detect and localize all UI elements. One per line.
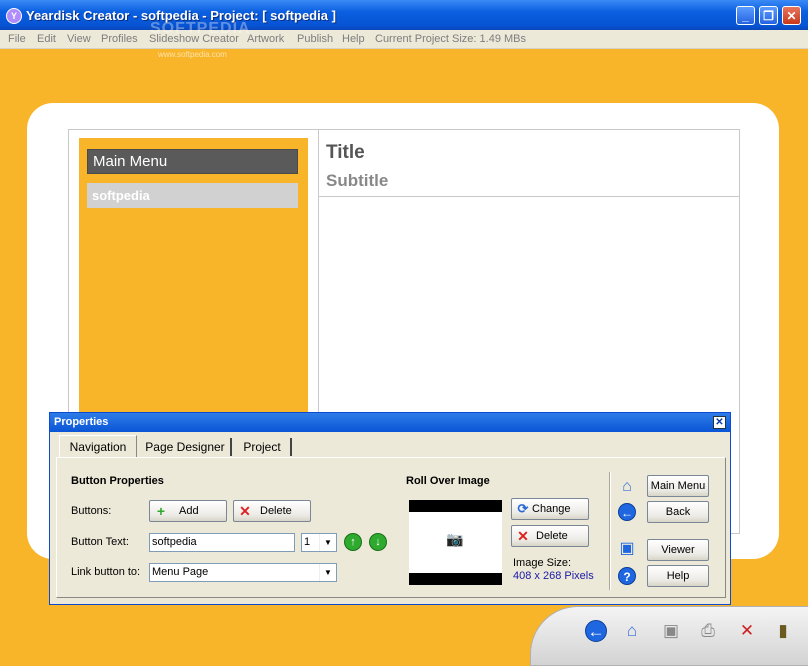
main-menu-button[interactable]: Main Menu [647,475,709,497]
monitor-icon: ▣ [619,540,635,557]
chevron-down-icon: ▼ [319,534,336,551]
menu-publish[interactable]: Publish [297,33,333,45]
delete-button[interactable]: ✕ Delete [233,500,311,522]
monitor-icon[interactable]: ▣ [660,620,682,642]
tab-navigation[interactable]: Navigation [59,435,137,458]
button-text-label: Button Text: [71,536,129,548]
change-image-button[interactable]: ⟳ Change [511,498,589,520]
content-divider [318,130,319,420]
properties-title-bar: Properties ✕ [50,413,730,432]
arrow-up-icon[interactable]: ↑ [344,533,362,551]
properties-title: Properties [54,416,109,428]
button-properties-heading: Button Properties [71,475,164,487]
x-icon: ✕ [239,503,251,519]
menu-artwork[interactable]: Artwork [247,33,284,45]
app-icon: Y [6,8,22,24]
plus-icon: + [156,503,166,519]
add-button[interactable]: + Add [149,500,227,522]
camera-icon: 📷 [446,531,464,547]
delete-image-button[interactable]: ✕ Delete [511,525,589,547]
link-button-label: Link button to: [71,566,141,578]
chevron-down-icon: ▼ [319,564,336,581]
watermark: SOFTPEDIA [150,20,251,37]
viewer-button[interactable]: Viewer [647,539,709,561]
back-button[interactable]: Back [647,501,709,523]
home-icon[interactable]: ⌂ [621,620,643,642]
properties-close-icon[interactable]: ✕ [713,416,726,429]
arrow-down-icon[interactable]: ↓ [369,533,387,551]
close-button[interactable]: ✕ [782,6,801,25]
header-divider [319,196,739,197]
menu-edit[interactable]: Edit [37,33,56,45]
page-title[interactable]: Title [326,142,365,164]
buttons-label: Buttons: [71,505,112,517]
button-text-input[interactable]: softpedia [149,533,295,552]
roll-over-heading: Roll Over Image [406,475,490,487]
back-arrow-icon[interactable]: ← [585,620,607,642]
tab-project[interactable]: Project [234,438,292,456]
page-subtitle[interactable]: Subtitle [326,171,388,191]
menu-help[interactable]: Help [342,33,365,45]
project-size: Current Project Size: 1.49 MBs [375,33,527,45]
menu-view[interactable]: View [67,33,91,45]
menu-bar: File Edit View Profiles Slideshow Creato… [0,30,808,49]
tab-page-designer[interactable]: Page Designer [140,438,232,456]
home-icon: ⌂ [622,478,632,495]
refresh-icon: ⟳ [517,501,529,516]
order-select[interactable]: 1 ▼ [301,533,337,552]
watermark-url: www.softpedia.com [158,50,227,59]
menu-item-softpedia[interactable]: softpedia [87,183,298,208]
minimize-button[interactable]: _ [736,6,755,25]
title-bar: Y Yeardisk Creator - softpedia - Project… [0,0,808,30]
menu-header: Main Menu [87,149,298,174]
image-size-label: Image Size: [513,557,572,569]
exit-door-icon[interactable]: ▮ [772,620,794,642]
menu-sidebar [79,138,308,418]
image-size-value: 408 x 268 Pixels [513,570,594,582]
help-button[interactable]: Help [647,565,709,587]
maximize-button[interactable]: ❐ [759,6,778,25]
menu-profiles[interactable]: Profiles [101,33,138,45]
link-select[interactable]: Menu Page ▼ [149,563,337,582]
mute-icon[interactable]: ✕ [736,620,758,642]
back-arrow-icon: ← [618,503,636,521]
x-icon: ✕ [517,528,529,544]
menu-file[interactable]: File [8,33,26,45]
roll-over-image: 📷 [409,500,502,585]
printer-icon[interactable]: ⎙ [697,620,719,642]
help-icon: ? [618,567,636,585]
